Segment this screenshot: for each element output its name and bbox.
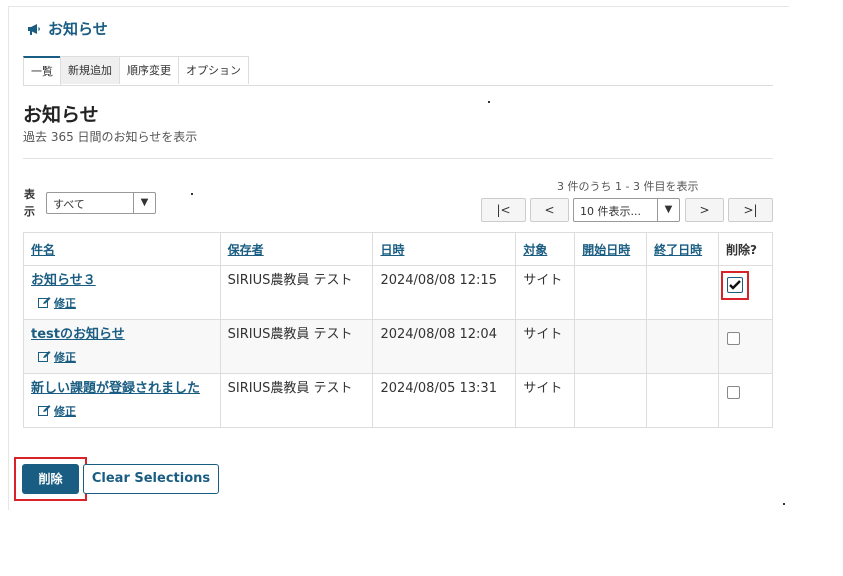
checkbox-highlight	[721, 271, 749, 300]
tab-bar: 一覧 新規追加 順序変更 オプション	[23, 56, 249, 85]
column-delete: 削除?	[718, 232, 773, 266]
chevron-down-icon: ▼	[657, 199, 679, 221]
date-cell: 2024/08/08 12:15	[380, 273, 497, 288]
delete-button-highlight	[14, 457, 87, 501]
table-row: testのお知らせ 修正 SIRIUS農教員 テスト 2024/08/08 12…	[23, 319, 773, 374]
column-start-date[interactable]: 開始日時	[574, 232, 648, 266]
start-date-cell	[574, 373, 648, 428]
target-cell: サイト	[523, 273, 563, 288]
end-date-cell	[646, 265, 720, 320]
announcement-link[interactable]: 新しい課題が登録されました	[31, 381, 213, 397]
tab-reorder[interactable]: 順序変更	[119, 56, 179, 84]
view-filter-select[interactable]: すべて ▼	[46, 192, 156, 214]
first-page-button[interactable]: |<	[481, 198, 526, 222]
edit-link[interactable]: 修正	[38, 349, 213, 365]
tool-header: お知らせ	[26, 18, 108, 39]
start-date-cell	[574, 265, 648, 320]
table-row: お知らせ３ 修正 SIRIUS農教員 テスト 2024/08/08 12:15 …	[23, 265, 773, 320]
column-end-date[interactable]: 終了日時	[646, 232, 720, 266]
megaphone-icon	[28, 23, 40, 35]
tool-title: お知らせ	[48, 20, 108, 38]
edit-icon	[38, 297, 51, 308]
pager-info: 3 件のうち 1 - 3 件目を表示	[557, 180, 699, 193]
chevron-down-icon: ▼	[133, 193, 155, 213]
announcements-table: 件名 保存者 日時 対象 開始日時 終了日時 削除? お知らせ３ 修正 SIRI…	[23, 232, 773, 428]
announcement-link[interactable]: お知らせ３	[31, 273, 213, 289]
table-header-row: 件名 保存者 日時 対象 開始日時 終了日時 削除?	[23, 232, 773, 266]
stray-dot	[783, 503, 785, 505]
saver-cell: SIRIUS農教員 テスト	[227, 327, 353, 342]
saver-cell: SIRIUS農教員 テスト	[227, 381, 353, 396]
stray-dot	[191, 193, 193, 195]
next-page-button[interactable]: >	[685, 198, 724, 222]
last-page-button[interactable]: >|	[728, 198, 773, 222]
announcement-link[interactable]: testのお知らせ	[31, 327, 213, 343]
column-target[interactable]: 対象	[515, 232, 576, 266]
date-cell: 2024/08/05 13:31	[380, 381, 497, 396]
edit-icon	[38, 351, 51, 362]
date-cell: 2024/08/08 12:04	[380, 327, 497, 342]
end-date-cell	[646, 319, 720, 374]
tab-list[interactable]: 一覧	[23, 56, 61, 85]
view-filter-value: すべて	[53, 198, 85, 211]
saver-cell: SIRIUS農教員 テスト	[227, 273, 353, 288]
tab-options[interactable]: オプション	[178, 56, 249, 84]
start-date-cell	[574, 319, 648, 374]
section-divider	[23, 158, 773, 159]
page-subtitle: 過去 365 日間のお知らせを表示	[23, 130, 198, 144]
stray-dot	[488, 101, 490, 103]
delete-checkbox[interactable]	[727, 386, 741, 399]
edit-icon	[38, 405, 51, 416]
edit-link[interactable]: 修正	[38, 403, 213, 419]
prev-page-button[interactable]: <	[530, 198, 569, 222]
target-cell: サイト	[523, 381, 563, 396]
table-row: 新しい課題が登録されました 修正 SIRIUS農教員 テスト 2024/08/0…	[23, 373, 773, 428]
column-subject[interactable]: 件名	[23, 232, 221, 266]
column-date[interactable]: 日時	[372, 232, 517, 266]
end-date-cell	[646, 373, 720, 428]
delete-checkbox[interactable]	[727, 332, 741, 345]
target-cell: サイト	[523, 327, 563, 342]
column-saver[interactable]: 保存者	[219, 232, 374, 266]
page-title: お知らせ	[23, 104, 99, 126]
tab-underline	[23, 85, 773, 86]
page-size-value: 10 件表示...	[580, 205, 641, 218]
edit-link[interactable]: 修正	[38, 295, 213, 311]
clear-selections-button[interactable]: Clear Selections	[83, 464, 219, 494]
view-filter-label: 表示	[24, 188, 35, 218]
tab-add-new[interactable]: 新規追加	[60, 56, 120, 84]
page-size-select[interactable]: 10 件表示... ▼	[573, 198, 680, 222]
